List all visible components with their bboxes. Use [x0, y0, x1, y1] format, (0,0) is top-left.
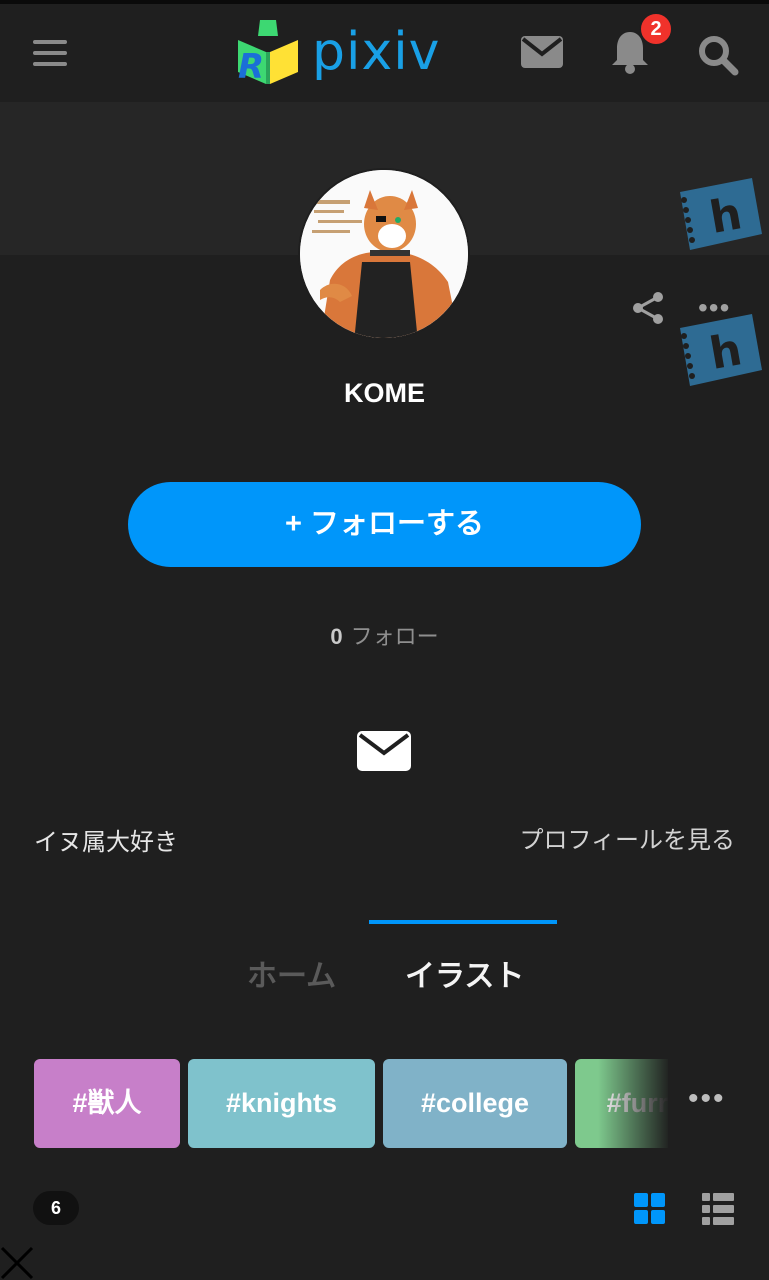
- list-view-icon[interactable]: [702, 1193, 734, 1225]
- following-number: 0: [330, 624, 343, 649]
- follow-button[interactable]: + フォローする: [128, 482, 641, 567]
- logo-text: pixiv: [312, 22, 441, 82]
- tag-chip[interactable]: #college: [383, 1059, 567, 1148]
- menu-icon[interactable]: [33, 38, 69, 68]
- hatena-bookmark-icon[interactable]: h: [668, 176, 764, 254]
- username: KOME: [344, 378, 425, 408]
- tag-list: #獣人#knights#college#furry: [34, 1059, 668, 1148]
- pixiv-logo[interactable]: R pixiv: [232, 18, 452, 90]
- tag-chip[interactable]: #knights: [188, 1059, 375, 1148]
- following-label: フォロー: [350, 624, 439, 649]
- search-icon[interactable]: [697, 34, 739, 76]
- following-count[interactable]: 0 フォロー: [0, 619, 769, 651]
- close-icon[interactable]: [0, 1246, 34, 1280]
- grid-view-icon[interactable]: [634, 1193, 666, 1225]
- avatar[interactable]: [298, 168, 470, 340]
- top-header: R pixiv 2: [0, 0, 769, 102]
- tag-list-fade: [598, 1059, 670, 1148]
- active-tab-indicator: [369, 920, 557, 924]
- message-icon[interactable]: [357, 731, 411, 771]
- svg-text:R: R: [238, 47, 264, 87]
- tag-chip[interactable]: #獣人: [34, 1059, 180, 1148]
- tab-illustrations[interactable]: イラスト: [405, 951, 524, 995]
- view-profile-link[interactable]: プロフィールを見る: [519, 820, 735, 855]
- profile-bio: イヌ属大好き: [34, 829, 178, 856]
- tab-home[interactable]: ホーム: [247, 951, 336, 995]
- more-tags-icon[interactable]: •••: [688, 1082, 726, 1116]
- notification-badge: 2: [639, 12, 673, 46]
- share-icon[interactable]: [630, 290, 666, 326]
- works-count-badge: 6: [33, 1191, 79, 1225]
- mail-icon[interactable]: [521, 36, 563, 68]
- beginner-mark-icon: R: [238, 20, 298, 87]
- avatar-image: [300, 170, 468, 338]
